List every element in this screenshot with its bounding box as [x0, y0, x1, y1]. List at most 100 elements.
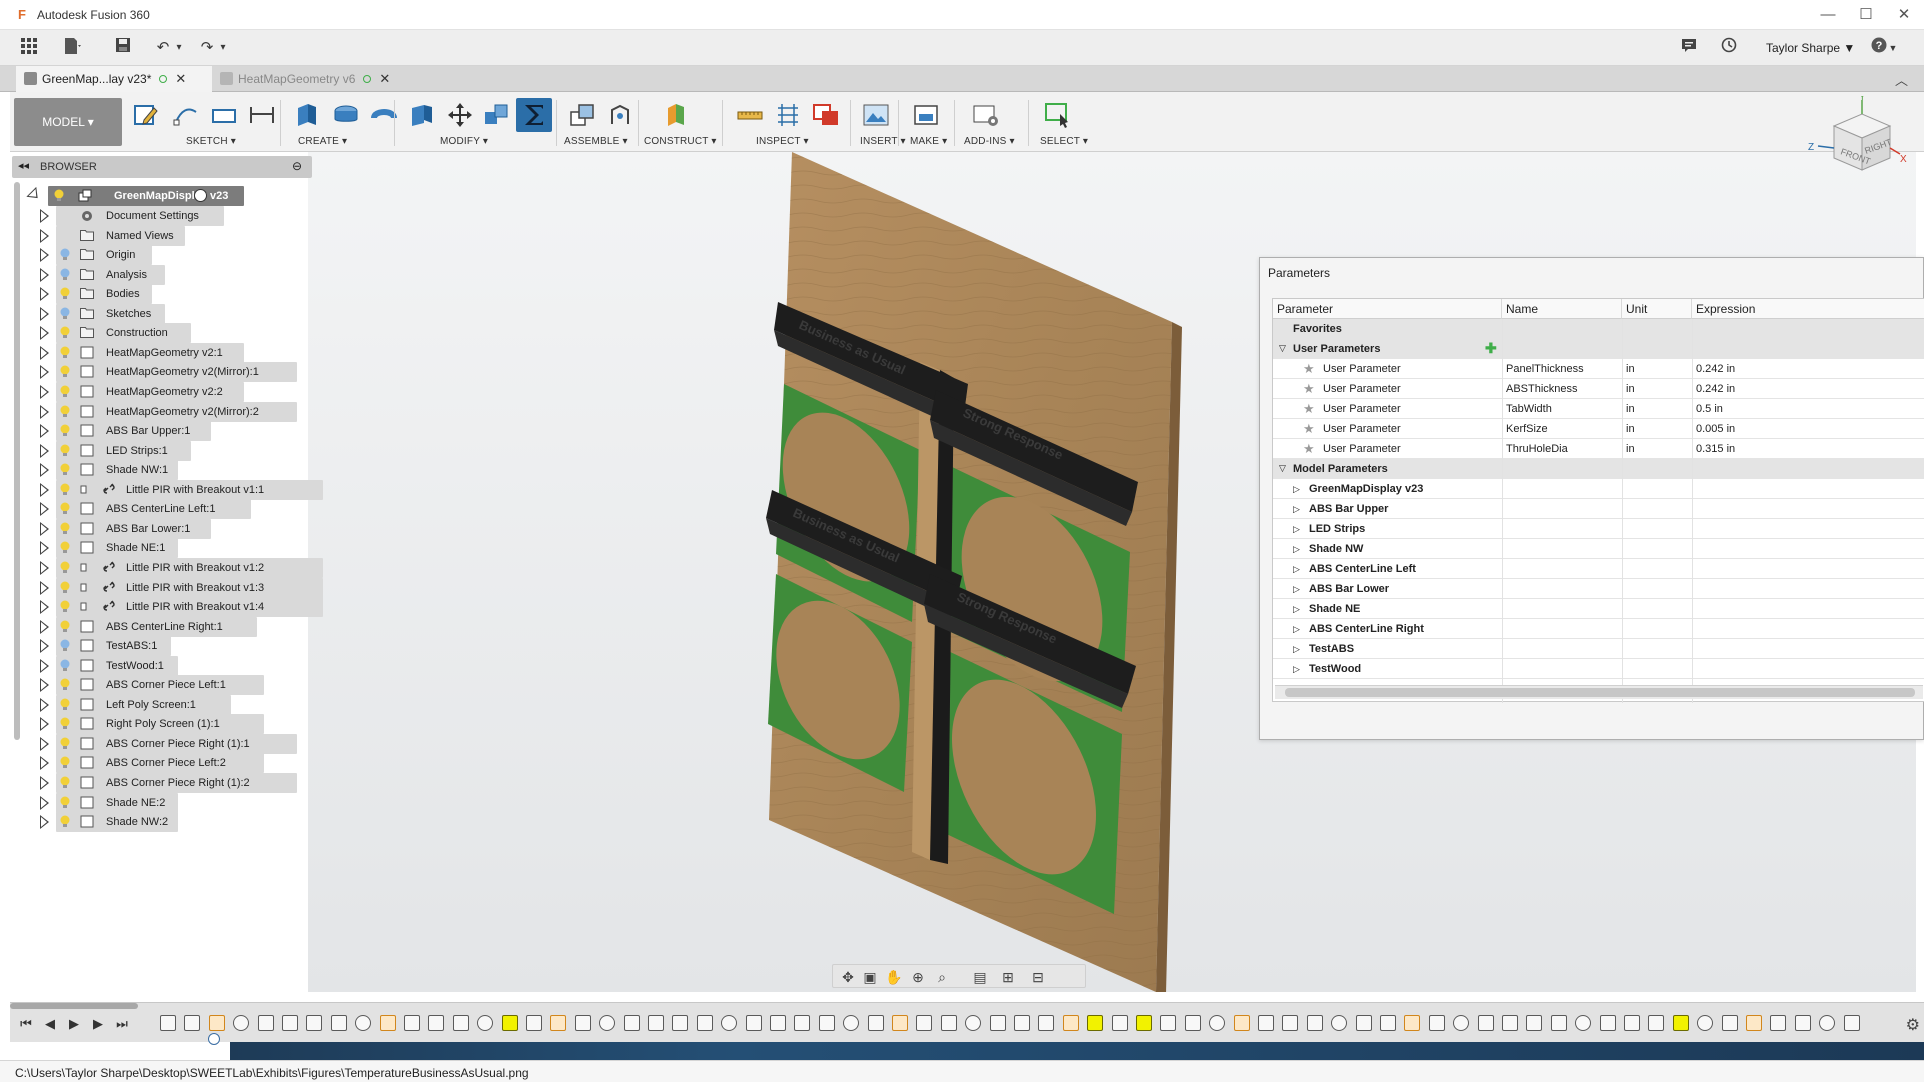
timeline-feature-icon[interactable] [452, 1015, 469, 1031]
browser-panel-header[interactable]: ◂◂ BROWSER ⊖ [12, 156, 312, 178]
interference-icon[interactable] [808, 98, 844, 132]
timeline-feature-icon[interactable] [379, 1015, 396, 1031]
fit-icon[interactable]: ⌕ [931, 968, 953, 986]
expand-arrow-icon[interactable] [40, 463, 49, 478]
create-menu[interactable]: CREATE ▾ [298, 136, 347, 147]
browser-item[interactable]: TestABS:1 [40, 636, 300, 657]
visibility-bulb-icon[interactable] [60, 737, 70, 750]
expand-arrow-icon[interactable] [40, 306, 49, 321]
timeline-feature-icon[interactable] [818, 1015, 835, 1031]
offset-plane-icon[interactable] [658, 98, 694, 132]
visibility-bulb-icon[interactable] [60, 424, 70, 437]
timeline-feature-icon[interactable] [526, 1015, 542, 1031]
model-parameter-row[interactable]: ▷ LED Strips [1273, 519, 1924, 539]
revolve-icon[interactable] [328, 98, 364, 132]
column-header-expression[interactable]: Expression [1692, 299, 1924, 319]
timeline-feature-icon[interactable] [1233, 1015, 1250, 1031]
file-menu-icon[interactable] [62, 37, 84, 59]
timeline-feature-icon[interactable] [648, 1015, 664, 1031]
redo-icon[interactable]: ↷ [196, 37, 218, 59]
expand-arrow-icon[interactable] [40, 365, 49, 380]
timeline-feature-icon[interactable] [1282, 1015, 1299, 1031]
visibility-bulb-icon[interactable] [60, 444, 70, 457]
collapse-browser-icon[interactable]: ◂◂ [18, 159, 29, 172]
viewports-icon[interactable]: ⊟ [1027, 968, 1049, 986]
expand-arrow-icon[interactable] [40, 345, 49, 360]
timeline-feature-icon[interactable] [916, 1015, 933, 1031]
visibility-bulb-icon[interactable] [60, 815, 70, 828]
viewcube[interactable]: FRONT RIGHT Y X Z [1808, 92, 1908, 196]
grid-settings-icon[interactable]: ⊞ [997, 968, 1019, 986]
expand-arrow-icon[interactable] [40, 267, 49, 282]
timeline-feature-icon[interactable] [1721, 1015, 1738, 1031]
timeline-feature-icon[interactable] [843, 1015, 860, 1031]
chevron-right-icon[interactable]: ▷ [1293, 484, 1300, 495]
rectangle-icon[interactable] [206, 98, 242, 132]
model-parameter-row[interactable]: ▷ Shade NW [1273, 539, 1924, 559]
timeline-feature-icon[interactable] [1697, 1015, 1714, 1031]
go-to-end-icon[interactable]: ⏭ [114, 1017, 130, 1031]
timeline-feature-icon[interactable] [1136, 1015, 1152, 1031]
browser-item[interactable]: LED Strips:1 [40, 440, 300, 461]
sweep-icon[interactable] [366, 98, 402, 132]
timeline-feature-icon[interactable] [1770, 1015, 1787, 1031]
scripts-addins-icon[interactable] [968, 98, 1004, 132]
visibility-bulb-icon[interactable] [60, 561, 70, 574]
user-parameters-group-row[interactable]: ▽ User Parameters ✚ [1273, 339, 1924, 359]
expand-arrow-icon[interactable] [40, 717, 49, 732]
parameter-unit[interactable]: in [1626, 443, 1635, 455]
notifications-icon[interactable] [1678, 37, 1700, 59]
visibility-bulb-icon[interactable] [60, 365, 70, 378]
timeline-feature-icon[interactable] [1111, 1015, 1128, 1031]
3d-print-icon[interactable] [908, 98, 944, 132]
chevron-right-icon[interactable]: ▷ [1293, 544, 1300, 555]
parameter-unit[interactable]: in [1626, 383, 1635, 395]
expand-arrow-icon[interactable] [40, 736, 49, 751]
user-account-name[interactable]: Taylor Sharpe ▼ [1766, 41, 1855, 55]
model-parameter-row[interactable]: ▷ TestABS [1273, 639, 1924, 659]
visibility-bulb-icon[interactable] [60, 307, 70, 320]
press-pull-icon[interactable] [404, 98, 440, 132]
browser-item[interactable]: ABS CenterLine Right:1 [40, 616, 300, 637]
browser-item[interactable]: Bodies [40, 284, 300, 305]
browser-item[interactable]: Little PIR with Breakout v1:1 [40, 479, 323, 500]
timeline-feature-icon[interactable] [550, 1015, 567, 1031]
visibility-bulb-icon[interactable] [60, 756, 70, 769]
timeline-feature-icon[interactable] [1672, 1015, 1689, 1031]
browser-item[interactable]: Left Poly Screen:1 [40, 694, 300, 715]
expand-arrow-icon[interactable] [40, 287, 49, 302]
timeline-feature-icon[interactable] [1184, 1015, 1201, 1031]
expand-arrow-icon[interactable] [40, 502, 49, 517]
visibility-bulb-icon[interactable] [60, 385, 70, 398]
timeline-feature-icon[interactable] [1258, 1015, 1274, 1031]
orbit-icon[interactable]: ✥ [837, 968, 859, 986]
close-window-button[interactable]: ✕ [1884, 4, 1924, 26]
model-parameters-group-row[interactable]: ▽ Model Parameters [1273, 459, 1924, 479]
timeline-feature-icon[interactable] [233, 1015, 250, 1031]
parameter-expression[interactable]: 0.005 in [1696, 423, 1735, 435]
line-icon[interactable] [168, 98, 204, 132]
help-dropdown-icon[interactable]: ▼ [1888, 37, 1898, 59]
visibility-bulb-icon[interactable] [60, 541, 70, 554]
timeline-feature-icon[interactable] [330, 1015, 347, 1031]
timeline-feature-icon[interactable] [574, 1015, 591, 1031]
timeline-feature-icon[interactable] [282, 1015, 298, 1031]
inspect-menu[interactable]: INSPECT ▾ [756, 136, 809, 147]
timeline-feature-icon[interactable] [1380, 1015, 1396, 1031]
visibility-bulb-icon[interactable] [60, 522, 70, 535]
timeline-feature-icon[interactable] [794, 1015, 811, 1031]
parameter-expression[interactable]: 0.242 in [1696, 363, 1735, 375]
timeline-feature-icon[interactable] [1160, 1015, 1177, 1031]
close-tab-icon[interactable]: ✕ [175, 66, 186, 92]
tab-greenmap-display[interactable]: GreenMap...lay v23* ✕ [16, 66, 212, 92]
change-parameters-icon[interactable] [516, 98, 552, 132]
visibility-bulb-icon[interactable] [60, 581, 70, 594]
visibility-bulb-icon[interactable] [60, 639, 70, 652]
pan-icon[interactable]: ✋ [883, 968, 905, 986]
expand-arrow-icon[interactable] [40, 756, 49, 771]
select-icon[interactable] [1040, 98, 1076, 132]
chevron-right-icon[interactable]: ▷ [1293, 584, 1300, 595]
visibility-bulb-icon[interactable] [60, 502, 70, 515]
play-icon[interactable]: ▶ [66, 1017, 82, 1031]
timeline-feature-icon[interactable] [1477, 1015, 1494, 1031]
